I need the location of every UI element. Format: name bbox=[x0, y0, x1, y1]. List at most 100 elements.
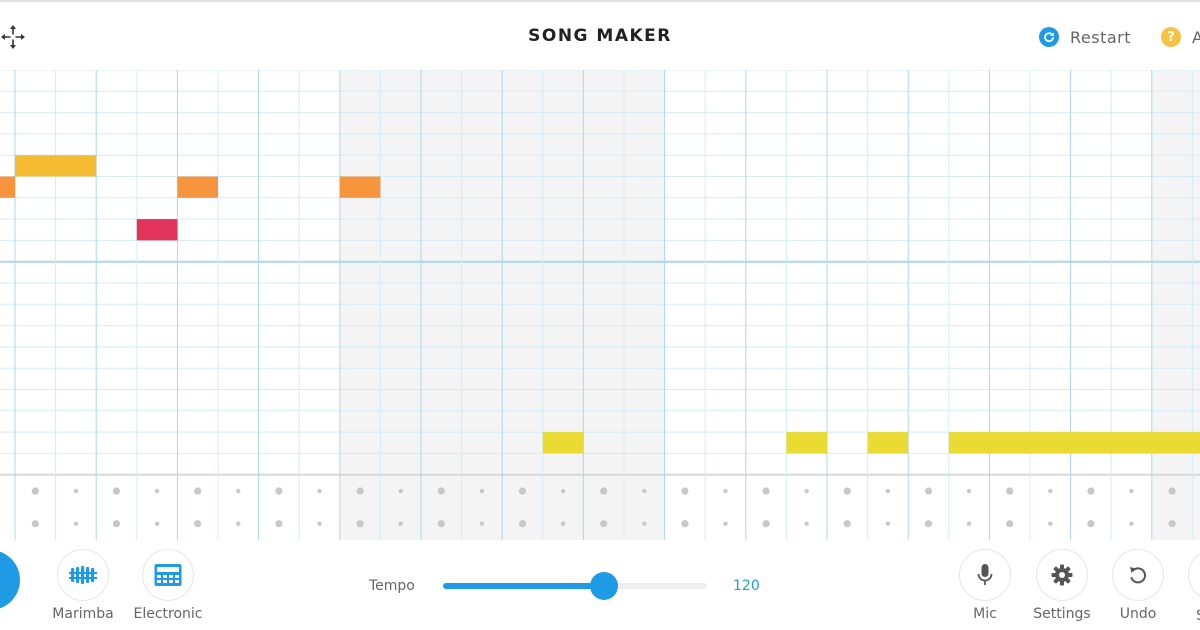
percussion-dot bbox=[1006, 487, 1014, 495]
percussion-dot bbox=[1087, 487, 1095, 495]
undo-label: Undo bbox=[1119, 606, 1157, 622]
instrument-electronic-label: Electronic bbox=[133, 606, 203, 622]
note-block bbox=[0, 176, 15, 198]
percussion-dot bbox=[600, 487, 608, 495]
instrument-electronic-button[interactable]: Electronic bbox=[132, 549, 204, 622]
percussion-dot bbox=[356, 487, 364, 495]
percussion-dot bbox=[398, 488, 403, 494]
percussion-dot bbox=[437, 487, 445, 495]
percussion-dot bbox=[804, 488, 809, 494]
percussion-dot bbox=[681, 487, 689, 495]
percussion-dot bbox=[600, 520, 608, 528]
percussion-dot bbox=[560, 521, 566, 526]
restart-label: Restart bbox=[1070, 27, 1132, 47]
percussion-dot bbox=[1048, 488, 1053, 494]
undo-button[interactable]: Undo bbox=[1111, 549, 1165, 622]
help-icon-glyph: ? bbox=[1167, 29, 1175, 45]
tempo-slider[interactable] bbox=[443, 572, 707, 600]
percussion-dot bbox=[804, 521, 809, 526]
play-button[interactable] bbox=[0, 550, 20, 610]
percussion-dot bbox=[723, 488, 728, 494]
percussion-dot bbox=[518, 487, 527, 495]
percussion-dot bbox=[1006, 520, 1014, 528]
percussion-dot bbox=[236, 488, 241, 494]
percussion-dot bbox=[1168, 520, 1176, 528]
percussion-dot bbox=[275, 520, 283, 528]
percussion-dot bbox=[560, 488, 566, 494]
percussion-dot bbox=[966, 488, 972, 494]
tempo-value: 120 bbox=[733, 578, 760, 594]
save-label: S bbox=[1196, 608, 1200, 624]
percussion-dot bbox=[194, 487, 202, 495]
marimba-icon bbox=[57, 549, 109, 601]
tempo-slider-fill bbox=[443, 583, 605, 589]
percussion-dot bbox=[479, 488, 485, 494]
percussion-dot bbox=[642, 488, 647, 494]
top-bar: SONG MAKER Restart ? A bbox=[0, 0, 1200, 70]
drum-machine-icon bbox=[142, 549, 194, 601]
percussion-dot bbox=[518, 520, 527, 528]
refresh-icon bbox=[1039, 27, 1059, 47]
percussion-dot bbox=[112, 520, 121, 528]
percussion-dot bbox=[154, 521, 160, 526]
percussion-dot bbox=[642, 521, 647, 526]
percussion-dot bbox=[1087, 520, 1095, 528]
percussion-dot bbox=[275, 487, 283, 495]
note-block bbox=[339, 176, 381, 198]
note-block bbox=[136, 219, 178, 241]
percussion-dot bbox=[31, 487, 39, 495]
percussion-dot bbox=[1129, 488, 1134, 494]
percussion-dot bbox=[398, 521, 403, 526]
percussion-dot bbox=[356, 520, 364, 528]
note-block bbox=[786, 432, 827, 454]
percussion-dot bbox=[762, 520, 770, 528]
note-block bbox=[867, 432, 909, 454]
help-icon: ? bbox=[1161, 27, 1181, 47]
about-label: A bbox=[1192, 27, 1200, 47]
percussion-dot bbox=[681, 520, 689, 528]
percussion-dot bbox=[762, 487, 770, 495]
mic-label: Mic bbox=[973, 606, 997, 622]
tempo-label: Tempo bbox=[369, 578, 415, 594]
restart-button[interactable]: Restart bbox=[1039, 26, 1131, 48]
note-block bbox=[948, 432, 1200, 454]
percussion-dot bbox=[966, 521, 972, 526]
instrument-marimba-label: Marimba bbox=[52, 606, 114, 622]
page-title: SONG MAKER bbox=[528, 26, 672, 46]
percussion-dot bbox=[924, 520, 933, 528]
undo-icon bbox=[1112, 549, 1164, 601]
percussion-dot bbox=[73, 488, 79, 494]
percussion-dot bbox=[73, 521, 79, 526]
percussion-dot bbox=[479, 521, 485, 526]
note-block bbox=[542, 432, 584, 454]
percussion-dot bbox=[317, 521, 322, 526]
tempo-slider-knob[interactable] bbox=[590, 572, 619, 600]
percussion-dot bbox=[194, 520, 202, 528]
percussion-dot bbox=[317, 488, 322, 494]
percussion-dot bbox=[885, 488, 891, 494]
about-button[interactable]: ? A bbox=[1161, 26, 1200, 48]
note-block bbox=[177, 176, 218, 198]
percussion-dot bbox=[154, 488, 160, 494]
percussion-dot bbox=[112, 487, 121, 495]
bottom-toolbar: Marimba Electronic Tempo 120 Mic Setting… bbox=[0, 540, 1200, 630]
percussion-dot bbox=[437, 520, 445, 528]
percussion-dot bbox=[843, 487, 851, 495]
microphone-icon bbox=[959, 549, 1011, 601]
mic-button[interactable]: Mic bbox=[958, 549, 1012, 622]
settings-button[interactable]: Settings bbox=[1031, 549, 1093, 622]
percussion-dot bbox=[723, 521, 728, 526]
gear-icon bbox=[1036, 549, 1088, 601]
instrument-marimba-button[interactable]: Marimba bbox=[51, 549, 115, 622]
percussion-dot bbox=[1129, 521, 1134, 526]
percussion-dot bbox=[31, 520, 39, 528]
note-grid[interactable] bbox=[0, 70, 1200, 540]
percussion-dot bbox=[924, 487, 933, 495]
percussion-dot bbox=[236, 521, 241, 526]
settings-label: Settings bbox=[1033, 606, 1091, 622]
percussion-dot bbox=[1168, 487, 1176, 495]
percussion-dot bbox=[843, 520, 851, 528]
save-button[interactable] bbox=[1188, 549, 1200, 601]
note-block bbox=[15, 155, 97, 177]
percussion-dot bbox=[1048, 521, 1053, 526]
